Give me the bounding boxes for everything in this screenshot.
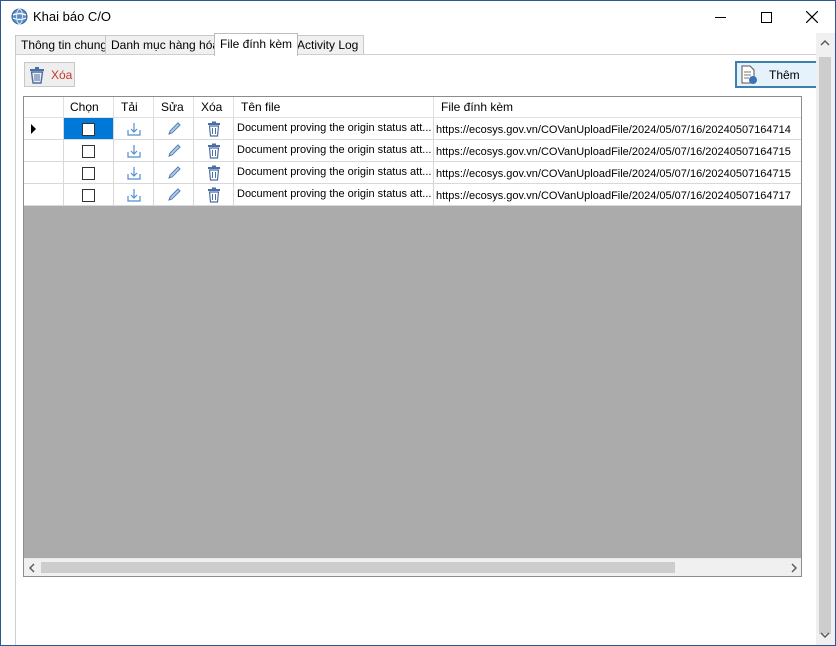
attachment-url-cell[interactable]: https://ecosys.gov.vn/COVanUploadFile/20… — [434, 118, 801, 140]
column-header-edit[interactable]: Sửa — [154, 97, 194, 117]
tab-strip: Thông tin chung Danh mục hàng hóa File đ… — [15, 33, 825, 56]
delete-cell[interactable] — [194, 184, 234, 206]
attachment-url-text: https://ecosys.gov.vn/COVanUploadFile/20… — [436, 168, 791, 180]
tab-attachments[interactable]: File đính kèm — [214, 33, 299, 56]
row-checkbox[interactable] — [82, 167, 95, 180]
minimize-button[interactable] — [697, 1, 743, 33]
trash-icon — [28, 66, 46, 87]
delete-cell[interactable] — [194, 140, 234, 162]
horizontal-scroll-thumb[interactable] — [41, 562, 675, 573]
attachment-url-text: https://ecosys.gov.vn/COVanUploadFile/20… — [436, 190, 791, 202]
attachment-url-text: https://ecosys.gov.vn/COVanUploadFile/20… — [436, 124, 791, 136]
delete-button[interactable]: Xóa — [24, 62, 75, 87]
table-row[interactable]: Document proving the origin status att..… — [24, 184, 801, 206]
filename-text: Document proving the origin status att..… — [237, 122, 432, 134]
close-button[interactable] — [789, 1, 835, 33]
column-header-download[interactable]: Tải — [114, 97, 154, 117]
table-row[interactable]: Document proving the origin status att..… — [24, 140, 801, 162]
vertical-scroll-thumb[interactable] — [819, 57, 831, 634]
table-row[interactable]: Document proving the origin status att..… — [24, 162, 801, 184]
download-cell[interactable] — [114, 140, 154, 162]
maximize-icon — [760, 11, 772, 23]
horizontal-scrollbar[interactable] — [24, 558, 801, 576]
row-header[interactable] — [24, 184, 64, 206]
attachment-url-cell[interactable]: https://ecosys.gov.vn/COVanUploadFile/20… — [434, 184, 801, 206]
delete-cell[interactable] — [194, 162, 234, 184]
attachment-url-text: https://ecosys.gov.vn/COVanUploadFile/20… — [436, 146, 791, 158]
attachment-url-cell[interactable]: https://ecosys.gov.vn/COVanUploadFile/20… — [434, 140, 801, 162]
select-cell[interactable] — [64, 162, 114, 184]
row-checkbox[interactable] — [82, 123, 95, 136]
window-title: Khai báo C/O — [33, 9, 112, 24]
column-header-delete[interactable]: Xóa — [194, 97, 234, 117]
select-cell[interactable] — [64, 118, 114, 140]
edit-cell[interactable] — [154, 184, 194, 206]
filename-cell[interactable]: Document proving the origin status att..… — [234, 140, 434, 162]
row-checkbox[interactable] — [82, 189, 95, 202]
filename-text: Document proving the origin status att..… — [237, 144, 432, 156]
globe-icon — [11, 8, 28, 25]
download-cell[interactable] — [114, 184, 154, 206]
edit-cell[interactable] — [154, 162, 194, 184]
select-cell[interactable] — [64, 184, 114, 206]
row-header[interactable] — [24, 140, 64, 162]
tab-activity-log[interactable]: Activity Log — [291, 35, 365, 55]
add-button-label: Thêm — [769, 68, 800, 82]
download-cell[interactable] — [114, 162, 154, 184]
download-cell[interactable] — [114, 118, 154, 140]
close-icon — [806, 11, 818, 23]
window: Khai báo C/O Thông tin chung Danh mục hà… — [0, 0, 836, 646]
filename-cell[interactable]: Document proving the origin status att..… — [234, 118, 434, 140]
tab-goods-list[interactable]: Danh mục hàng hóa — [105, 35, 226, 55]
add-button[interactable]: Thêm — [735, 61, 827, 88]
attachment-url-cell[interactable]: https://ecosys.gov.vn/COVanUploadFile/20… — [434, 162, 801, 184]
title-bar[interactable]: Khai báo C/O — [1, 1, 835, 33]
filename-cell[interactable]: Document proving the origin status att..… — [234, 184, 434, 206]
row-header-corner — [24, 97, 64, 117]
row-header[interactable] — [24, 118, 64, 140]
grid-header: Chọn Tải Sửa Xóa Tên file File đính kèm — [24, 97, 801, 118]
maximize-button[interactable] — [743, 1, 789, 33]
filename-text: Document proving the origin status att..… — [237, 166, 432, 178]
row-checkbox[interactable] — [82, 145, 95, 158]
row-header[interactable] — [24, 162, 64, 184]
attachments-panel: Xóa Thêm Chọn Tải Sửa Xóa Tên file File … — [15, 54, 833, 645]
table-row[interactable]: Document proving the origin status att..… — [24, 118, 801, 140]
edit-cell[interactable] — [154, 140, 194, 162]
delete-button-label: Xóa — [51, 68, 73, 82]
filename-cell[interactable]: Document proving the origin status att..… — [234, 162, 434, 184]
delete-cell[interactable] — [194, 118, 234, 140]
select-cell[interactable] — [64, 140, 114, 162]
edit-cell[interactable] — [154, 118, 194, 140]
add-file-icon — [740, 65, 758, 88]
column-header-attachment[interactable]: File đính kèm — [434, 97, 801, 117]
attachments-grid[interactable]: Chọn Tải Sửa Xóa Tên file File đính kèm — [23, 96, 802, 577]
minimize-icon — [714, 12, 726, 23]
column-header-select[interactable]: Chọn — [64, 97, 114, 117]
vertical-scrollbar[interactable] — [816, 33, 835, 645]
filename-text: Document proving the origin status att..… — [237, 188, 432, 200]
column-header-filename[interactable]: Tên file — [234, 97, 434, 117]
tab-general-info[interactable]: Thông tin chung — [15, 35, 114, 55]
